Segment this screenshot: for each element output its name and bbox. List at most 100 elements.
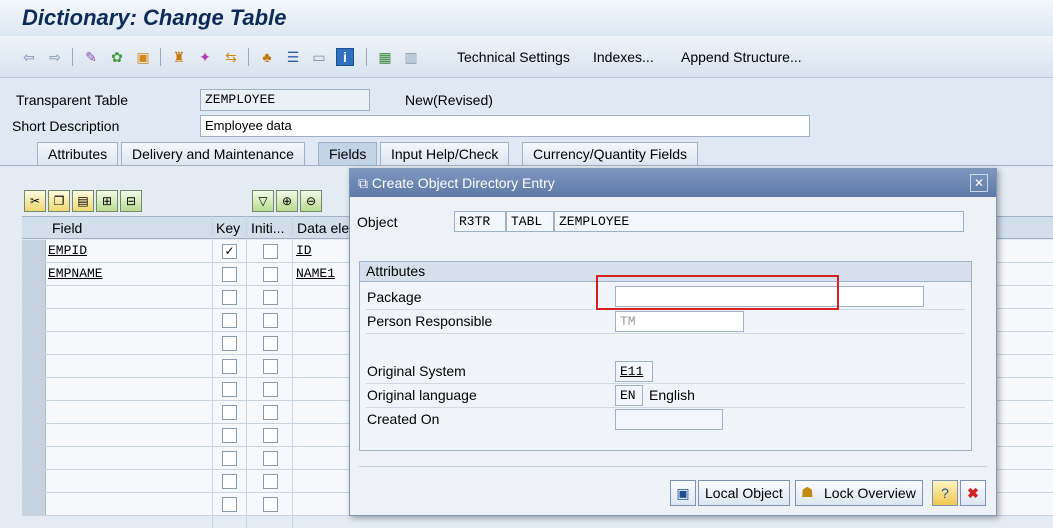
initial-checkbox[interactable]	[263, 244, 278, 259]
lock-overview-icon: ☗	[801, 484, 814, 500]
key-checkbox[interactable]	[222, 382, 237, 397]
tab-input-help-check[interactable]: Input Help/Check	[380, 142, 510, 166]
row-selector[interactable]	[22, 493, 46, 515]
magic-wand-icon[interactable]: ✦	[196, 48, 214, 66]
cancel-icon[interactable]: ✖	[960, 480, 986, 506]
where-used-icon[interactable]: ♜	[170, 48, 188, 66]
object-type-field: TABL	[506, 211, 554, 232]
activate-icon[interactable]: ▣	[134, 48, 152, 66]
key-checkbox[interactable]	[222, 359, 237, 374]
row-selector[interactable]	[22, 263, 46, 285]
column-header-data-element[interactable]: Data ele	[297, 220, 349, 236]
row-selector[interactable]	[22, 378, 46, 400]
short-description-label: Short Description	[12, 118, 120, 134]
tab-attributes[interactable]: Attributes	[37, 142, 119, 166]
hierarchy-icon[interactable]: ♣	[258, 48, 276, 66]
key-checkbox[interactable]	[222, 497, 237, 512]
paste-icon[interactable]: ▤	[72, 190, 94, 212]
toolbar-separator	[72, 48, 73, 66]
field-name-cell[interactable]: EMPID	[48, 243, 87, 258]
initial-checkbox[interactable]	[263, 336, 278, 351]
forward-arrow-icon[interactable]: ⇨	[46, 48, 64, 66]
columns-icon[interactable]: ▥	[402, 48, 420, 66]
append-structure-button[interactable]: Append Structure...	[681, 49, 802, 65]
indexes-button[interactable]: Indexes...	[593, 49, 654, 65]
package-highlight-box	[596, 275, 839, 310]
original-language-label: Original language	[367, 387, 477, 403]
initial-checkbox[interactable]	[263, 267, 278, 282]
local-object-button[interactable]: Local Object	[698, 480, 790, 506]
window-icon[interactable]: ▭	[310, 48, 328, 66]
key-checkbox[interactable]	[222, 290, 237, 305]
display-change-icon[interactable]: ✎	[82, 48, 100, 66]
person-responsible-input[interactable]: TM	[615, 311, 744, 332]
close-icon[interactable]: ✕	[970, 174, 988, 192]
tab-fields[interactable]: Fields	[318, 142, 378, 166]
key-checkbox[interactable]	[222, 313, 237, 328]
copy-icon[interactable]: ❐	[48, 190, 70, 212]
info-icon[interactable]: i	[336, 48, 354, 66]
collapse-icon[interactable]: ⊖	[300, 190, 322, 212]
original-system-field: E11	[615, 361, 653, 382]
row-selector[interactable]	[22, 332, 46, 354]
row-selector[interactable]	[22, 447, 46, 469]
tab-currency-quantity-fields[interactable]: Currency/Quantity Fields	[522, 142, 699, 166]
column-header-key[interactable]: Key	[216, 220, 240, 236]
key-checkbox[interactable]	[222, 428, 237, 443]
row-selector[interactable]	[22, 240, 46, 262]
title-bar: Dictionary: Change Table	[0, 0, 1053, 36]
object-name-field: ZEMPLOYEE	[554, 211, 964, 232]
initial-checkbox[interactable]	[263, 313, 278, 328]
initial-checkbox[interactable]	[263, 405, 278, 420]
row-selector[interactable]	[22, 286, 46, 308]
column-header-field[interactable]: Field	[52, 220, 82, 236]
delete-row-icon[interactable]: ⊟	[120, 190, 142, 212]
original-language-name: English	[649, 387, 695, 403]
key-checkbox[interactable]	[222, 267, 237, 282]
row-selector[interactable]	[22, 309, 46, 331]
create-object-directory-entry-dialog: ⧉ Create Object Directory Entry ✕ Object…	[349, 168, 997, 516]
cut-icon[interactable]: ✂	[24, 190, 46, 212]
key-checkbox[interactable]	[222, 336, 237, 351]
transparent-table-label: Transparent Table	[16, 92, 129, 108]
list-icon[interactable]: ☰	[284, 48, 302, 66]
layout-icon[interactable]: ▦	[376, 48, 394, 66]
table-name-field[interactable]: ZEMPLOYEE	[200, 89, 370, 111]
application-toolbar: ⇦ ⇨ ✎ ✿ ▣ ♜ ✦ ⇆ ♣ ☰ ▭ i ▦ ▥ Technical Se…	[0, 36, 1053, 78]
initial-checkbox[interactable]	[263, 290, 278, 305]
save-icon[interactable]: ▣	[670, 480, 696, 506]
key-checkbox[interactable]	[222, 451, 237, 466]
lock-overview-button[interactable]: ☗ Lock Overview	[795, 480, 923, 506]
initial-checkbox[interactable]	[263, 428, 278, 443]
initial-checkbox[interactable]	[263, 451, 278, 466]
key-checkbox[interactable]	[222, 405, 237, 420]
other-object-icon[interactable]: ⇆	[222, 48, 240, 66]
help-icon[interactable]: ?	[932, 480, 958, 506]
check-icon[interactable]: ✿	[108, 48, 126, 66]
column-divider	[292, 216, 293, 528]
original-system-row: Original System E11	[366, 360, 965, 384]
toolbar-separator	[366, 48, 367, 66]
key-checkbox[interactable]: ✓	[222, 244, 237, 259]
insert-row-icon[interactable]: ⊞	[96, 190, 118, 212]
initial-checkbox[interactable]	[263, 497, 278, 512]
column-header-initial[interactable]: Initi...	[251, 220, 284, 236]
initial-checkbox[interactable]	[263, 474, 278, 489]
row-selector[interactable]	[22, 470, 46, 492]
data-element-cell[interactable]: ID	[296, 243, 312, 258]
initial-checkbox[interactable]	[263, 359, 278, 374]
field-name-cell[interactable]: EMPNAME	[48, 266, 103, 281]
column-divider	[212, 216, 213, 528]
data-element-cell[interactable]: NAME1	[296, 266, 335, 281]
row-selector[interactable]	[22, 424, 46, 446]
initial-checkbox[interactable]	[263, 382, 278, 397]
row-selector[interactable]	[22, 401, 46, 423]
row-selector[interactable]	[22, 355, 46, 377]
filter-icon[interactable]: ▽	[252, 190, 274, 212]
technical-settings-button[interactable]: Technical Settings	[457, 49, 570, 65]
key-checkbox[interactable]	[222, 474, 237, 489]
short-description-field[interactable]: Employee data	[200, 115, 810, 137]
back-arrow-icon[interactable]: ⇦	[20, 48, 38, 66]
expand-icon[interactable]: ⊕	[276, 190, 298, 212]
tab-delivery-maintenance[interactable]: Delivery and Maintenance	[121, 142, 305, 166]
